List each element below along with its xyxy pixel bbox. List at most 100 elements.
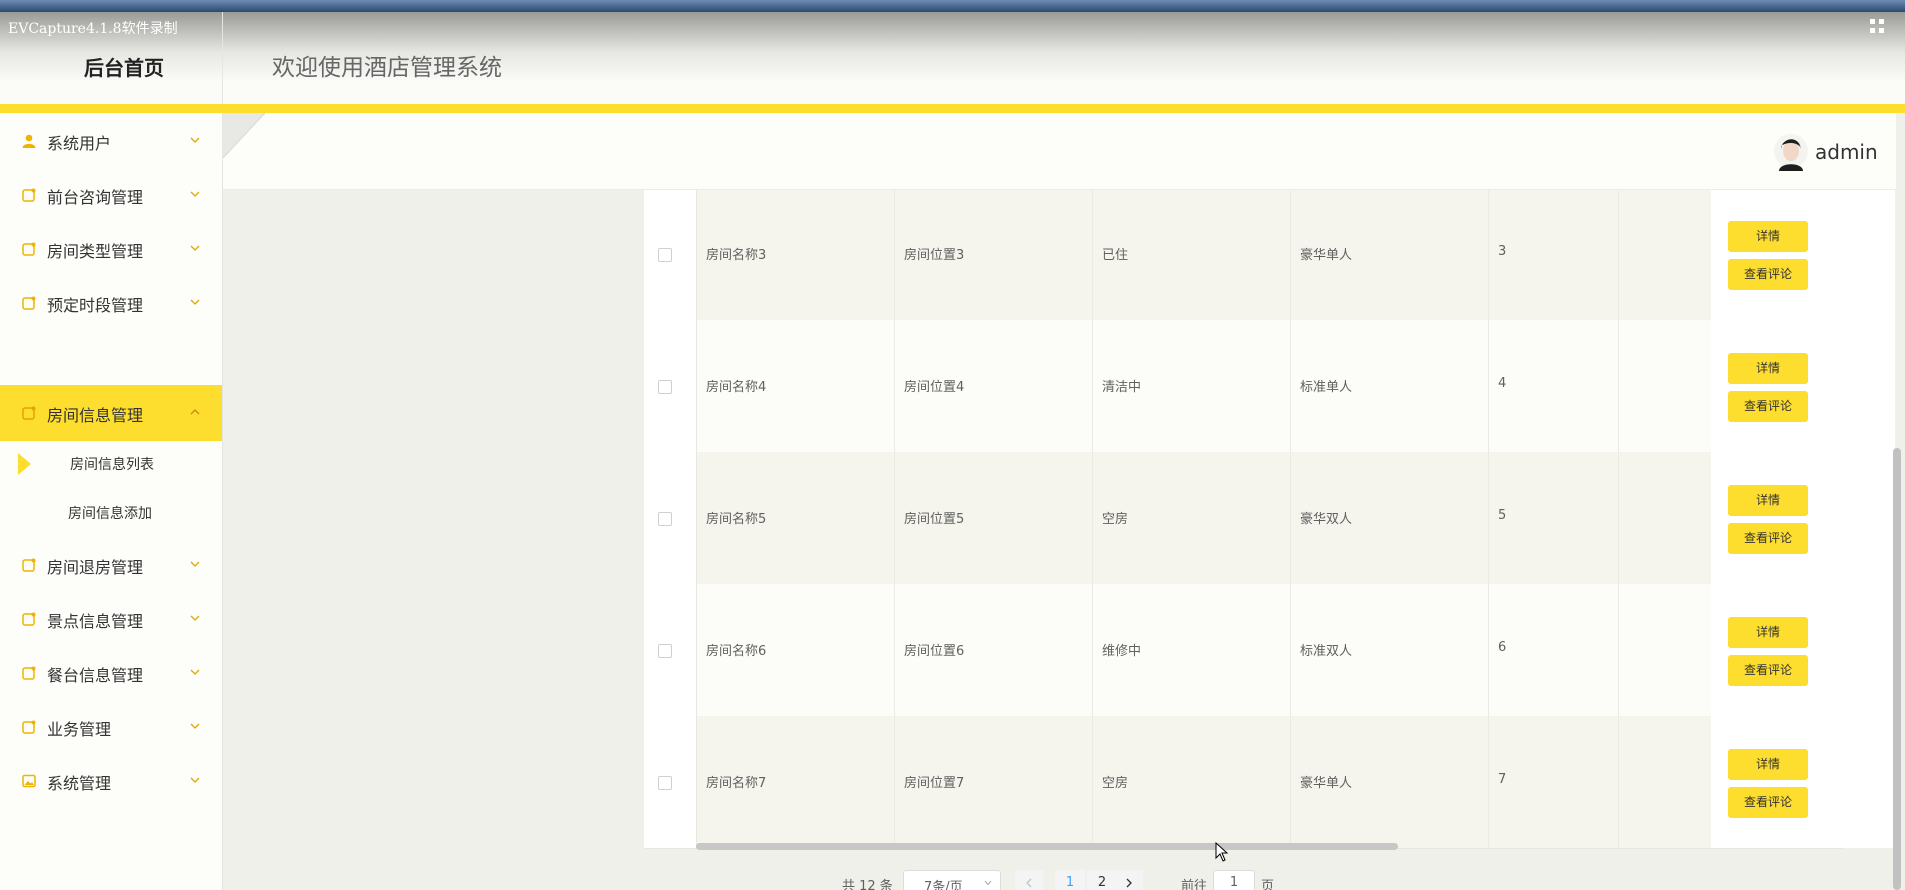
chevron-up-icon bbox=[190, 409, 200, 415]
sidebar-item-room-types[interactable]: 房间类型管理 bbox=[0, 221, 222, 277]
sidebar-item-booking-slots[interactable]: 预定时段管理 bbox=[0, 275, 222, 331]
row-checkbox[interactable] bbox=[658, 512, 672, 526]
sidebar-item-label: 房间类型管理 bbox=[47, 242, 144, 261]
ops-cell: 详情 查看评论 bbox=[1711, 320, 1895, 452]
room-name: 房间名称4 bbox=[706, 380, 767, 395]
chevron-down-icon bbox=[190, 723, 200, 729]
fullscreen-icon[interactable] bbox=[1869, 18, 1885, 34]
page-size-select[interactable]: 7条/页 bbox=[903, 870, 1001, 890]
ops-cell: 详情 查看评论 bbox=[1711, 452, 1895, 584]
sidebar-item-label: 预定时段管理 bbox=[47, 296, 144, 315]
row-checkbox[interactable] bbox=[658, 644, 672, 658]
room-type: 标准双人 bbox=[1300, 644, 1353, 659]
page-2-button[interactable]: 2 bbox=[1087, 870, 1117, 890]
room-status: 空房 bbox=[1102, 776, 1129, 791]
detail-button[interactable]: 详情 bbox=[1728, 617, 1808, 648]
room-location: 房间位置3 bbox=[904, 248, 965, 263]
detail-button[interactable]: 详情 bbox=[1728, 353, 1808, 384]
main-content: 房间名称3 房间位置3 已住 豪华单人 3 详情 查看评论 房间名称4 房间位置… bbox=[223, 190, 1895, 890]
room-number-cell: 4 bbox=[1488, 320, 1619, 452]
room-type-cell: 豪华单人 bbox=[1290, 716, 1489, 848]
view-comments-button[interactable]: 查看评论 bbox=[1728, 391, 1808, 422]
sidebar-subitem-room-list[interactable]: 房间信息列表 bbox=[0, 443, 222, 483]
sidebar-item-dining-tables[interactable]: 餐台信息管理 bbox=[0, 645, 222, 701]
active-pointer-icon bbox=[18, 453, 31, 475]
accent-strip bbox=[0, 104, 1905, 113]
room-location-cell: 房间位置5 bbox=[894, 452, 1093, 584]
detail-button[interactable]: 详情 bbox=[1728, 485, 1808, 516]
sidebar-item-label: 系统用户 bbox=[47, 134, 112, 153]
sidebar-item-business[interactable]: 业务管理 bbox=[0, 699, 222, 755]
sidebar-item-label: 房间退房管理 bbox=[47, 558, 144, 577]
sidebar-item-label: 房间信息管理 bbox=[47, 406, 144, 425]
pagination-total: 共 12 条 bbox=[842, 879, 893, 890]
sidebar-item-system-manage[interactable]: 系统管理 bbox=[0, 753, 222, 809]
view-comments-button[interactable]: 查看评论 bbox=[1728, 523, 1808, 554]
checkbox-cell bbox=[644, 716, 697, 848]
view-comments-button[interactable]: 查看评论 bbox=[1728, 259, 1808, 290]
collapse-toggle-icon[interactable] bbox=[223, 113, 265, 158]
checkbox-cell bbox=[644, 190, 697, 320]
room-number: 5 bbox=[1498, 508, 1507, 523]
goto-label: 前往 bbox=[1181, 879, 1208, 890]
view-comments-button[interactable]: 查看评论 bbox=[1728, 655, 1808, 686]
mouse-cursor-icon bbox=[1215, 842, 1229, 862]
detail-button[interactable]: 详情 bbox=[1728, 749, 1808, 780]
room-location: 房间位置4 bbox=[904, 380, 965, 395]
top-bar bbox=[223, 113, 1896, 190]
room-name-cell: 房间名称6 bbox=[696, 584, 895, 716]
room-name: 房间名称3 bbox=[706, 248, 767, 263]
avatar[interactable] bbox=[1773, 131, 1809, 171]
username[interactable]: admin bbox=[1815, 140, 1878, 164]
sidebar-subitem-label: 房间信息添加 bbox=[68, 506, 152, 522]
row-checkbox[interactable] bbox=[658, 248, 672, 262]
next-page-button[interactable] bbox=[1115, 870, 1143, 890]
sidebar-item-front-desk[interactable]: 前台咨询管理 bbox=[0, 167, 222, 223]
room-name-cell: 房间名称7 bbox=[696, 716, 895, 848]
room-status: 维修中 bbox=[1102, 644, 1142, 659]
room-type: 豪华单人 bbox=[1300, 248, 1353, 263]
recorder-label: EVCapture4.1.8软件录制 bbox=[8, 21, 178, 37]
row-checkbox[interactable] bbox=[658, 380, 672, 394]
room-number-cell: 3 bbox=[1488, 190, 1619, 320]
checkbox-cell bbox=[644, 320, 697, 452]
room-status: 清洁中 bbox=[1102, 380, 1142, 395]
page-title: 欢迎使用酒店管理系统 bbox=[272, 55, 502, 81]
room-location: 房间位置5 bbox=[904, 512, 965, 527]
room-location-cell: 房间位置6 bbox=[894, 584, 1093, 716]
goto-page-input[interactable]: 1 bbox=[1213, 870, 1255, 890]
room-type: 标准单人 bbox=[1300, 380, 1353, 395]
ops-cell: 详情 查看评论 bbox=[1711, 716, 1895, 848]
room-type-cell: 豪华单人 bbox=[1290, 190, 1489, 320]
view-comments-button[interactable]: 查看评论 bbox=[1728, 787, 1808, 818]
vertical-scrollbar[interactable] bbox=[1893, 448, 1901, 890]
ops-cell: 详情 查看评论 bbox=[1711, 584, 1895, 716]
detail-button[interactable]: 详情 bbox=[1728, 221, 1808, 252]
table-row: 房间名称5 房间位置5 空房 豪华双人 5 详情 查看评论 bbox=[644, 452, 1895, 585]
page-size-value: 7条/页 bbox=[924, 880, 963, 890]
room-number-cell: 6 bbox=[1488, 584, 1619, 716]
sidebar-item-label: 系统管理 bbox=[47, 774, 112, 793]
sidebar-item-checkout[interactable]: 房间退房管理 bbox=[0, 537, 222, 593]
prev-page-button[interactable] bbox=[1015, 870, 1043, 890]
sidebar-item-label: 景点信息管理 bbox=[47, 612, 144, 631]
chevron-right-icon bbox=[1126, 878, 1132, 888]
chevron-down-icon bbox=[190, 299, 200, 305]
checkbox-cell bbox=[644, 584, 697, 716]
room-name-cell: 房间名称3 bbox=[696, 190, 895, 320]
sidebar-item-room-info[interactable]: 房间信息管理 bbox=[0, 385, 222, 441]
sidebar-subitem-room-add[interactable]: 房间信息添加 bbox=[0, 492, 222, 532]
room-type: 豪华单人 bbox=[1300, 776, 1353, 791]
ops-cell: 详情 查看评论 bbox=[1711, 190, 1895, 320]
room-number: 3 bbox=[1498, 244, 1507, 259]
sidebar-item-attractions[interactable]: 景点信息管理 bbox=[0, 591, 222, 647]
edit-icon bbox=[22, 612, 36, 626]
sidebar-item-system-users[interactable]: 系统用户 bbox=[0, 113, 222, 169]
page-1-button[interactable]: 1 bbox=[1055, 870, 1085, 890]
checkbox-cell bbox=[644, 452, 697, 584]
goto-unit: 页 bbox=[1261, 879, 1275, 890]
chevron-down-icon bbox=[190, 137, 200, 143]
sidebar-subitem-label: 房间信息列表 bbox=[70, 457, 154, 473]
row-checkbox[interactable] bbox=[658, 776, 672, 790]
horizontal-scrollbar[interactable] bbox=[696, 843, 1398, 850]
